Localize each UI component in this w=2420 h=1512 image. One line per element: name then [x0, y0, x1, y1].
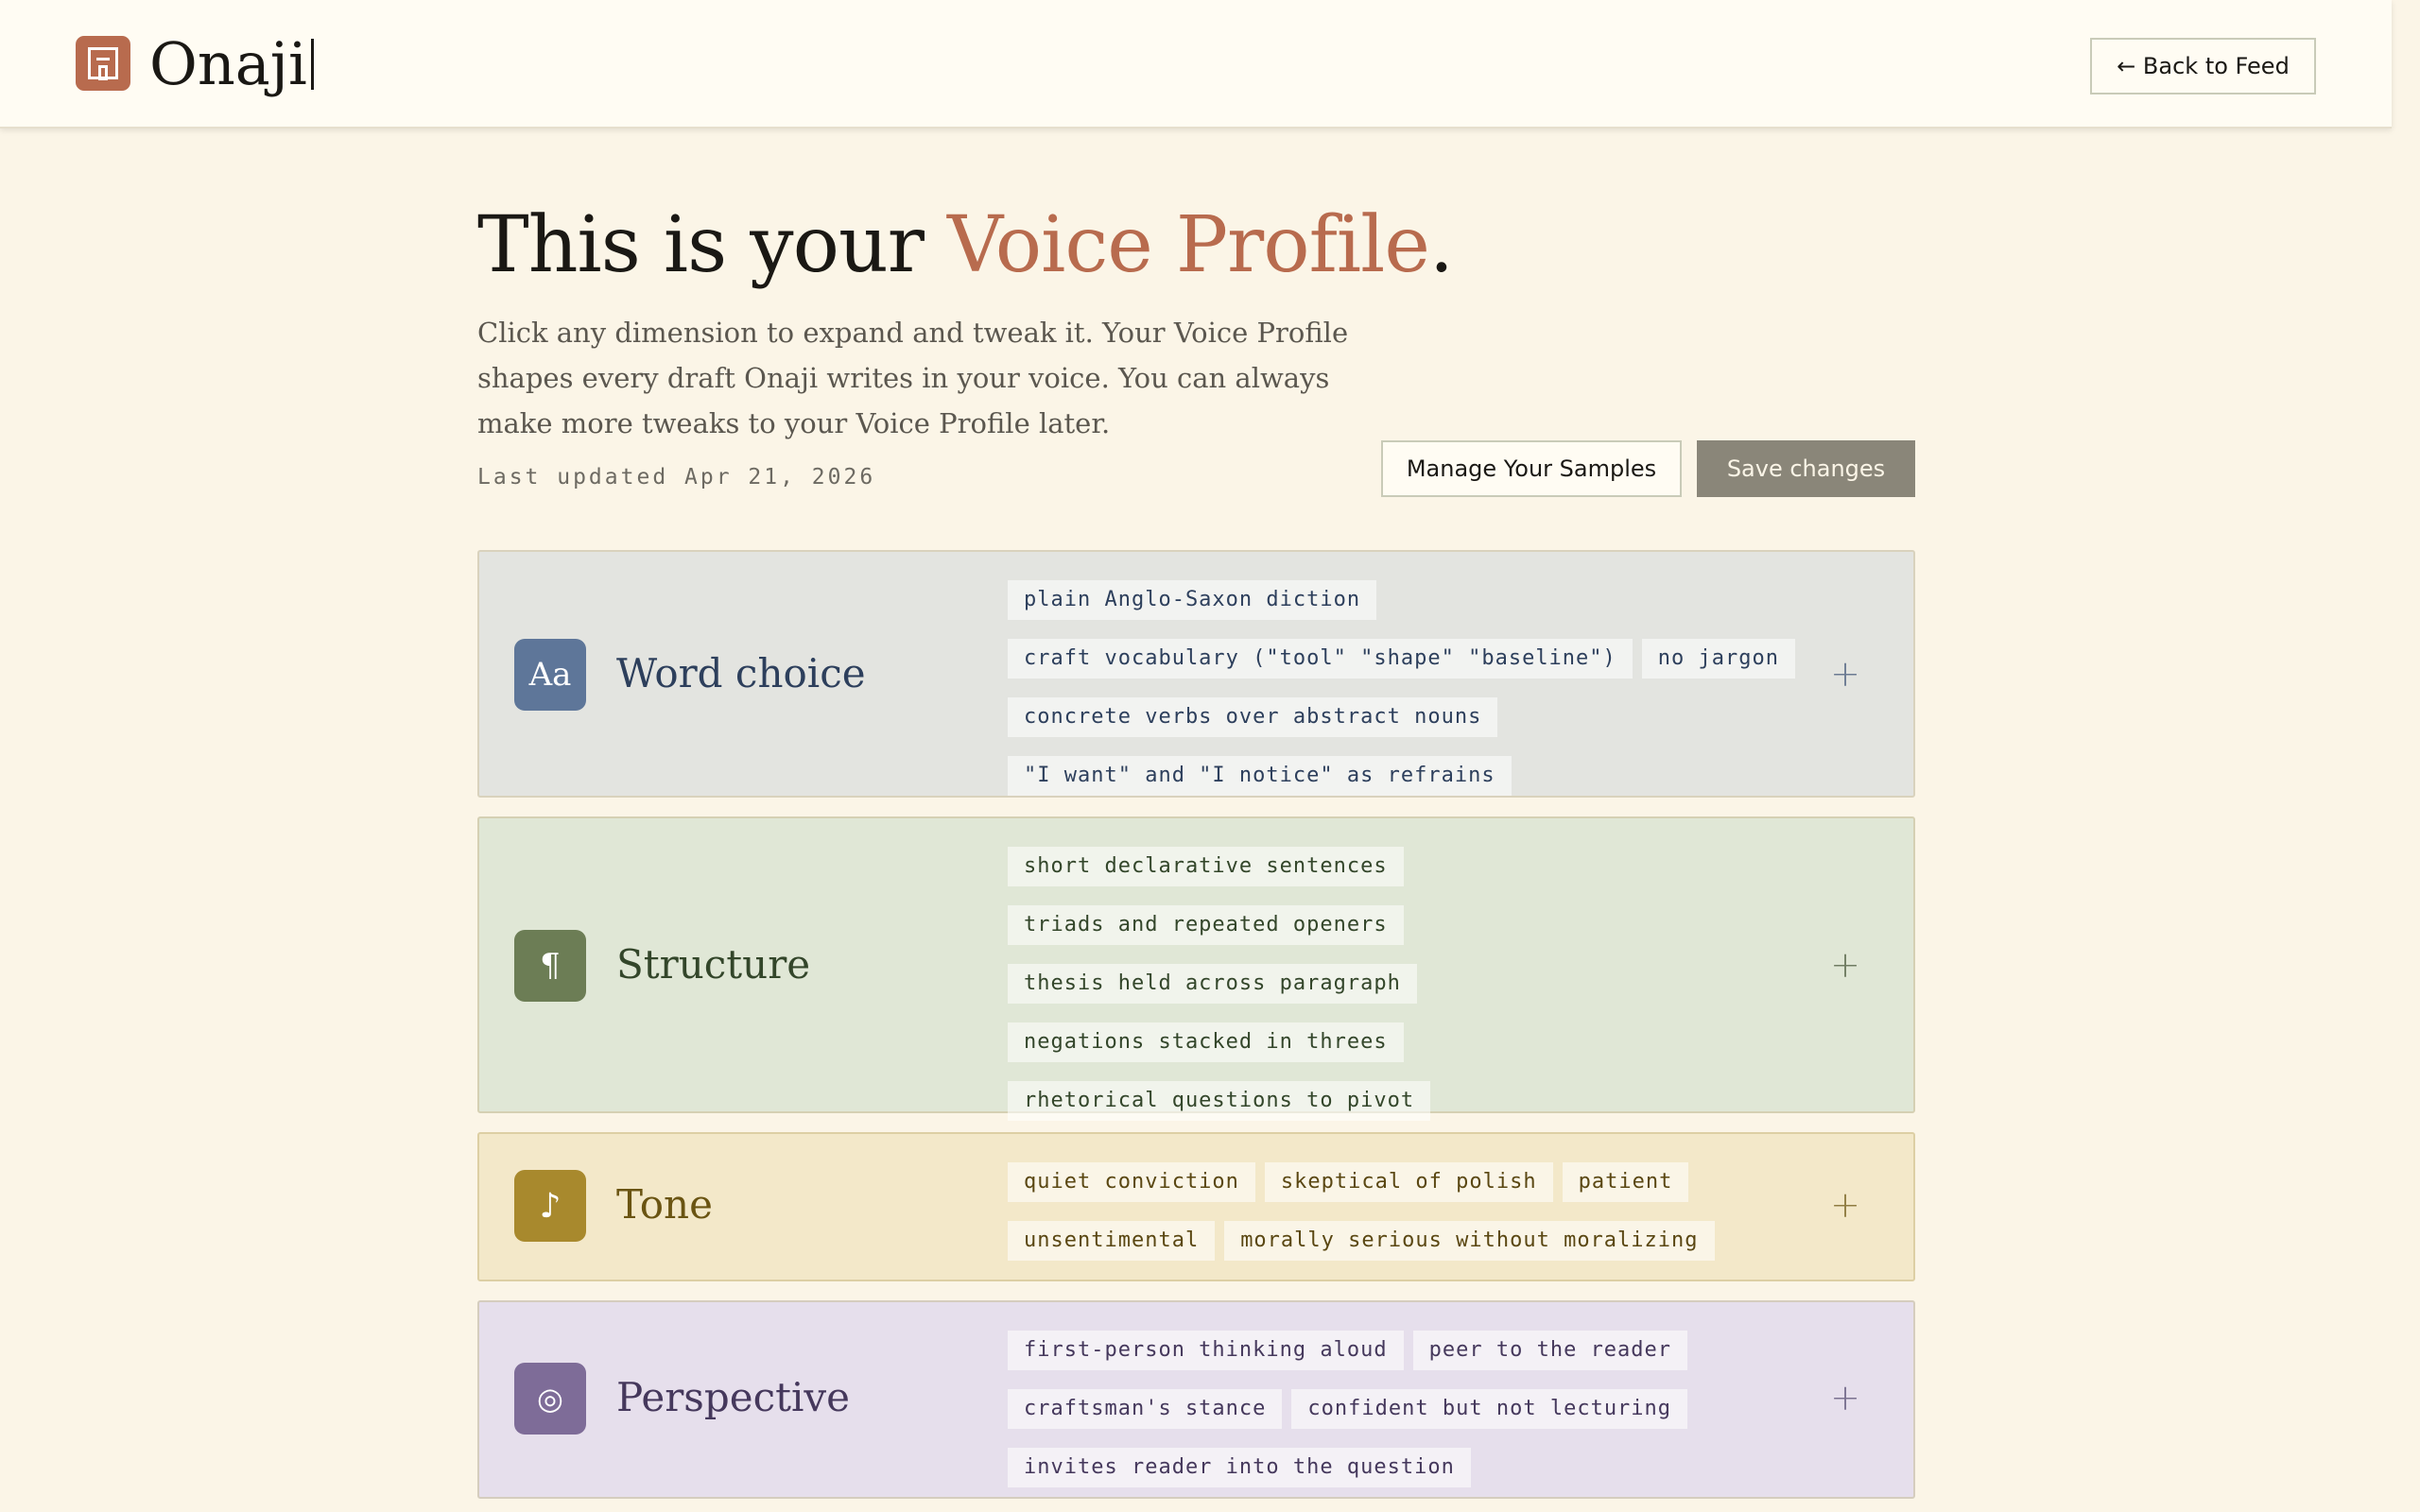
trait-tag: negations stacked in threes: [1008, 1022, 1404, 1062]
trait-tag: confident but not lecturing: [1291, 1389, 1688, 1429]
trait-tag: craft vocabulary ("tool" "shape" "baseli…: [1008, 639, 1633, 679]
expand-plus-icon[interactable]: +: [1822, 941, 1869, 988]
dimension-tags: first-person thinking aloud peer to the …: [1008, 1331, 1858, 1487]
trait-tag: patient: [1562, 1162, 1689, 1202]
expand-plus-icon[interactable]: +: [1822, 1374, 1869, 1421]
trait-tag: invites reader into the question: [1008, 1448, 1471, 1487]
trait-tag: short declarative sentences: [1008, 847, 1404, 886]
dimension-card-word-choice[interactable]: Aa Word choice plain Anglo-Saxon diction…: [477, 550, 1915, 798]
dimension-title: Structure: [616, 941, 811, 988]
expand-plus-icon[interactable]: +: [1822, 650, 1869, 697]
expand-plus-icon[interactable]: +: [1822, 1181, 1869, 1228]
dimension-tags: plain Anglo-Saxon diction craft vocabula…: [1008, 580, 1858, 796]
dimension-card-perspective[interactable]: ◎ Perspective first-person thinking alou…: [477, 1300, 1915, 1499]
trait-tag: "I want" and "I notice" as refrains: [1008, 756, 1512, 796]
trait-tag: first-person thinking aloud: [1008, 1331, 1404, 1370]
pilcrow-icon: ¶: [514, 930, 586, 1002]
text-caret: [310, 39, 314, 90]
page-title-accent: Voice Profile: [947, 200, 1430, 290]
dimension-tags: short declarative sentences triads and r…: [1008, 847, 1858, 1121]
music-note-icon: ♪: [514, 1170, 586, 1242]
trait-tag: skeptical of polish: [1264, 1162, 1553, 1202]
dimension-tags: quiet conviction skeptical of polish pat…: [1008, 1162, 1858, 1261]
onaji-logo-icon: [76, 36, 130, 91]
trait-tag: concrete verbs over abstract nouns: [1008, 697, 1498, 737]
manage-samples-button[interactable]: Manage Your Samples: [1381, 440, 1682, 497]
trait-tag: thesis held across paragraph: [1008, 964, 1417, 1004]
target-icon: ◎: [514, 1363, 586, 1435]
trait-tag: peer to the reader: [1412, 1331, 1688, 1370]
trait-tag: morally serious without moralizing: [1224, 1221, 1715, 1261]
dimension-card-structure[interactable]: ¶ Structure short declarative sentences …: [477, 816, 1915, 1121]
last-updated-text: Last updated Apr 21, 2026: [477, 465, 876, 490]
trait-tag: plain Anglo-Saxon diction: [1008, 580, 1377, 620]
dimension-card-tone[interactable]: ♪ Tone quiet conviction skeptical of pol…: [477, 1132, 1915, 1281]
page-title: This is your Voice Profile.: [477, 200, 1454, 290]
back-to-feed-button[interactable]: ← Back to Feed: [2090, 38, 2316, 94]
trait-tag: unsentimental: [1008, 1221, 1216, 1261]
intro-text: Click any dimension to expand and tweak …: [477, 317, 1349, 439]
trait-tag: rhetorical questions to pivot: [1008, 1081, 1431, 1121]
trait-tag: quiet conviction: [1008, 1162, 1255, 1202]
dimension-title: Perspective: [616, 1374, 851, 1420]
dimension-title: Word choice: [616, 650, 866, 696]
top-bar: Onaji ← Back to Feed: [0, 0, 2392, 129]
trait-tag: no jargon: [1641, 639, 1796, 679]
trait-tag: triads and repeated openers: [1008, 905, 1404, 945]
trait-tag: craftsman's stance: [1008, 1389, 1283, 1429]
brand-name: Onaji: [149, 25, 314, 104]
dimension-title: Tone: [616, 1181, 713, 1228]
save-changes-button[interactable]: Save changes: [1697, 440, 1915, 497]
text-case-icon: Aa: [514, 639, 586, 711]
